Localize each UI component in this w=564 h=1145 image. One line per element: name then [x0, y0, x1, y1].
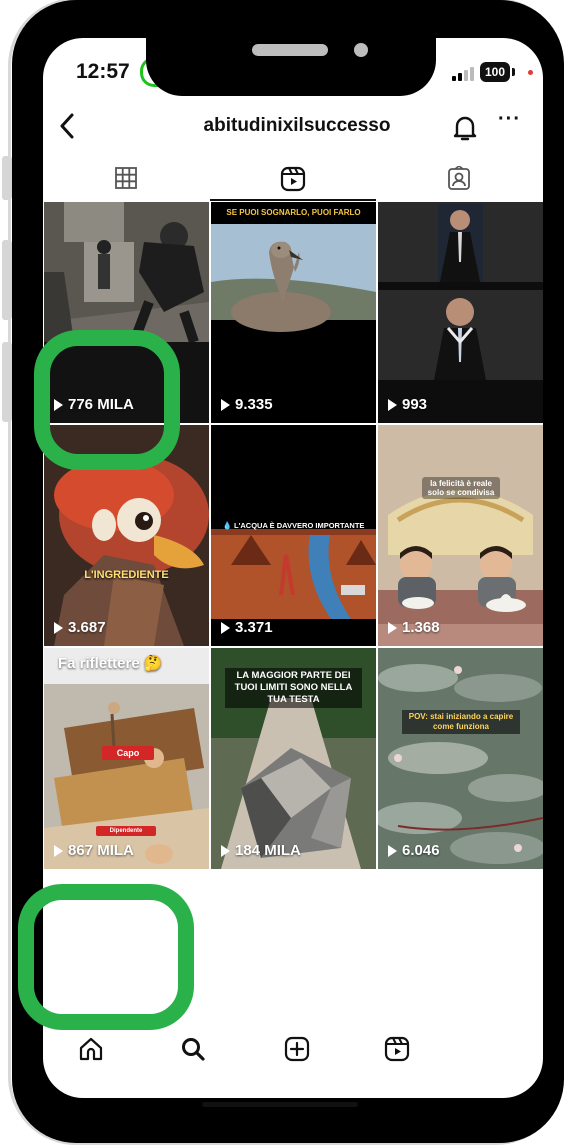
reel-thumbnail	[378, 425, 543, 646]
reel-caption: L'INGREDIENTE	[84, 569, 169, 581]
label-capo: Capo	[102, 746, 154, 760]
reel-item[interactable]: SE PUOI SOGNARLO, PUOI FARLO 9.335	[211, 202, 376, 423]
reel-thumbnail	[211, 425, 376, 646]
reel-view-count: 3.687	[54, 619, 106, 636]
nav-reels[interactable]	[384, 1036, 410, 1067]
reel-item[interactable]: 993	[378, 202, 543, 423]
play-icon	[54, 621, 63, 634]
label-dipendente: Dipendente	[96, 826, 156, 836]
reel-item[interactable]: la felicità è reale solo se condivisa 1.…	[378, 425, 543, 646]
grid-tab[interactable]	[114, 166, 138, 195]
reel-item[interactable]: POV: stai iniziando a capire come funzio…	[378, 648, 543, 869]
reel-caption: Fa riflettere 🤔	[58, 655, 163, 672]
play-icon	[221, 398, 230, 411]
reel-view-count: 9.335	[221, 396, 273, 413]
reel-caption: 💧 L'ACQUA È DAVVERO IMPORTANTE	[222, 521, 365, 530]
reel-caption: POV: stai iniziando a capire come funzio…	[402, 710, 520, 734]
home-icon	[79, 1037, 103, 1061]
highlight-ring	[18, 884, 194, 1030]
status-time: 12:57	[76, 60, 130, 83]
mute-switch	[2, 156, 12, 200]
play-icon	[388, 844, 397, 857]
tagged-person-icon	[448, 165, 470, 190]
reel-view-count: 6.046	[388, 842, 440, 859]
recording-dot	[528, 70, 533, 75]
profile-username: abitudinixilsuccesso	[203, 115, 391, 136]
speaker	[252, 44, 328, 56]
volume-up-button	[2, 240, 12, 320]
reel-caption: SE PUOI SOGNARLO, PUOI FARLO	[226, 208, 361, 217]
grid-icon	[115, 167, 137, 189]
tagged-tab[interactable]	[446, 165, 472, 197]
play-icon	[388, 621, 397, 634]
back-chevron-icon[interactable]	[58, 112, 76, 146]
more-dots-icon[interactable]: ···	[498, 108, 521, 131]
nav-home[interactable]	[78, 1036, 104, 1067]
play-icon	[388, 398, 397, 411]
camera	[354, 43, 368, 57]
nav-search[interactable]	[180, 1036, 206, 1067]
play-icon	[221, 844, 230, 857]
reel-thumbnail	[378, 202, 543, 423]
reel-thumbnail	[378, 648, 543, 869]
reels-icon	[384, 1036, 410, 1062]
home-indicator[interactable]	[202, 1102, 358, 1107]
battery-tip	[512, 68, 515, 76]
reel-view-count: 993	[388, 396, 427, 413]
reel-thumbnail	[211, 202, 376, 423]
play-icon	[54, 844, 63, 857]
add-square-icon	[284, 1036, 310, 1062]
volume-down-button	[2, 342, 12, 422]
bell-icon[interactable]	[452, 114, 478, 147]
nav-create[interactable]	[284, 1036, 310, 1067]
reel-item[interactable]: Fa riflettere 🤔 Capo Dipendente 867 MILA	[44, 648, 209, 869]
reel-item[interactable]: 💧 L'ACQUA È DAVVERO IMPORTANTE 3.371	[211, 425, 376, 646]
signal-icon	[452, 67, 474, 81]
reels-grid: 776 MILA SE PUOI SOGNARLO, PUOI FARLO 9.…	[44, 202, 543, 869]
reel-view-count: 3.371	[221, 619, 273, 636]
battery-icon: 100	[480, 62, 510, 82]
play-icon	[221, 621, 230, 634]
reel-item[interactable]: LA MAGGIOR PARTE DEI TUOI LIMITI SONO NE…	[211, 648, 376, 869]
reels-tab[interactable]	[280, 166, 306, 197]
reel-caption: la felicità è reale solo se condivisa	[422, 477, 500, 499]
reels-icon	[280, 166, 306, 192]
reel-view-count: 1.368	[388, 619, 440, 636]
reel-view-count: 184 MILA	[221, 842, 301, 859]
reel-caption: LA MAGGIOR PARTE DEI TUOI LIMITI SONO NE…	[225, 668, 362, 708]
search-icon	[182, 1038, 205, 1061]
selected-tab-indicator	[210, 199, 376, 201]
reel-view-count: 867 MILA	[54, 842, 134, 859]
highlight-ring	[34, 330, 180, 470]
